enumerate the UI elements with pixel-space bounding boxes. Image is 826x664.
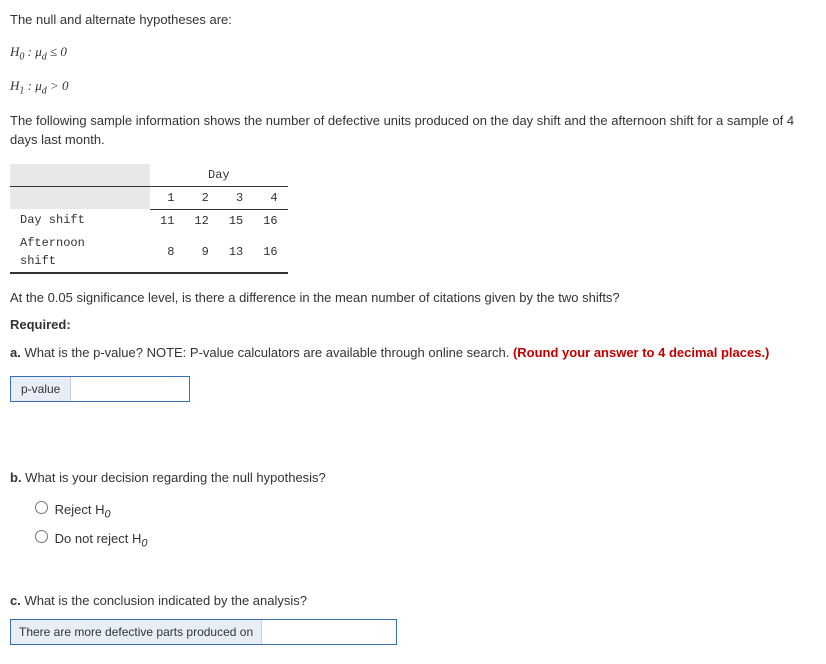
pvalue-label: p-value bbox=[11, 377, 71, 401]
decision-radio-group: Reject H0 Do not reject H0 bbox=[30, 498, 816, 552]
radio-donot-input[interactable] bbox=[35, 530, 48, 543]
rounding-note: (Round your answer to 4 decimal places.) bbox=[513, 345, 769, 360]
cell: 16 bbox=[253, 209, 287, 232]
cell: 15 bbox=[219, 209, 253, 232]
table-group-header: Day bbox=[150, 164, 288, 187]
part-b: b. What is your decision regarding the n… bbox=[10, 468, 816, 488]
cell: 16 bbox=[253, 232, 287, 273]
intro-text: The null and alternate hypotheses are: bbox=[10, 10, 816, 30]
table-row: Afternoon shift 8 9 13 16 bbox=[10, 232, 288, 273]
radio-reject-input[interactable] bbox=[35, 501, 48, 514]
radio-donot-reject[interactable]: Do not reject H0 bbox=[30, 527, 816, 552]
table-row: Day shift 11 12 15 16 bbox=[10, 209, 288, 232]
conclusion-answer-box: There are more defective parts produced … bbox=[10, 619, 397, 645]
conclusion-label: There are more defective parts produced … bbox=[11, 620, 262, 644]
hypothesis-h1: H1 : μd > 0 bbox=[10, 76, 816, 99]
row-label: Afternoon shift bbox=[10, 232, 150, 273]
part-c-marker: c. bbox=[10, 593, 21, 608]
sample-description: The following sample information shows t… bbox=[10, 111, 816, 150]
part-c: c. What is the conclusion indicated by t… bbox=[10, 591, 816, 611]
pvalue-input[interactable] bbox=[71, 377, 189, 401]
hypothesis-h0: H0 : μd ≤ 0 bbox=[10, 42, 816, 65]
part-c-text: What is the conclusion indicated by the … bbox=[21, 593, 307, 608]
part-b-marker: b. bbox=[10, 470, 22, 485]
cell: 9 bbox=[184, 232, 218, 273]
col-header: 4 bbox=[253, 186, 287, 209]
radio-donot-sub: 0 bbox=[141, 537, 147, 549]
cell: 13 bbox=[219, 232, 253, 273]
radio-reject-sub: 0 bbox=[104, 508, 110, 520]
part-a-marker: a. bbox=[10, 345, 21, 360]
col-header: 2 bbox=[184, 186, 218, 209]
part-a: a. What is the p-value? NOTE: P-value ca… bbox=[10, 343, 816, 363]
conclusion-input[interactable] bbox=[262, 622, 396, 642]
radio-donot-label: Do not reject H bbox=[55, 531, 142, 546]
cell: 8 bbox=[150, 232, 184, 273]
radio-reject-label: Reject H bbox=[55, 502, 105, 517]
part-a-text: What is the p-value? NOTE: P-value calcu… bbox=[21, 345, 513, 360]
part-b-text: What is your decision regarding the null… bbox=[22, 470, 326, 485]
row-label: Day shift bbox=[10, 209, 150, 232]
significance-question: At the 0.05 significance level, is there… bbox=[10, 288, 816, 308]
cell: 12 bbox=[184, 209, 218, 232]
required-label: Required: bbox=[10, 315, 816, 335]
cell: 11 bbox=[150, 209, 184, 232]
pvalue-answer-box: p-value bbox=[10, 376, 190, 402]
col-header: 1 bbox=[150, 186, 184, 209]
radio-reject[interactable]: Reject H0 bbox=[30, 498, 816, 523]
col-header: 3 bbox=[219, 186, 253, 209]
defect-data-table: Day 1 2 3 4 Day shift 11 12 15 16 Aftern… bbox=[10, 164, 288, 274]
